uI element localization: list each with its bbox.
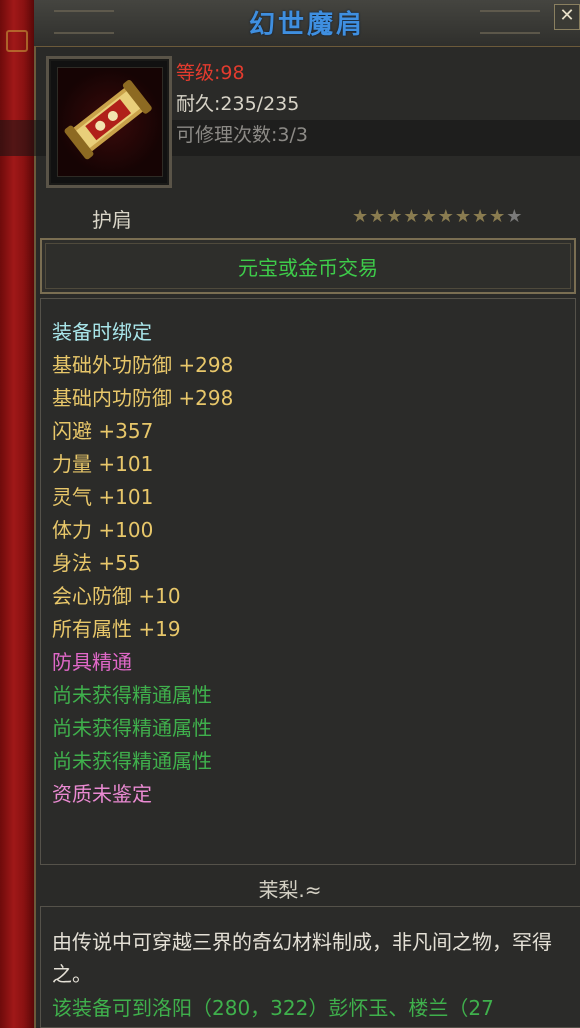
- attribute-line: 所有属性 +19: [52, 617, 181, 641]
- star-filled-icon: ★: [420, 206, 438, 227]
- star-filled-icon: ★: [489, 206, 507, 227]
- item-durability: 耐久:235/235: [176, 93, 300, 115]
- attributes-list: 装备时绑定基础外功防御 +298 基础内功防御 +298 闪避 +357 力量 +10…: [52, 316, 233, 811]
- attribute-line: 灵气 +101: [52, 485, 154, 509]
- attribute-line: 基础内功防御 +298: [52, 386, 234, 410]
- attribute-line: 尚未获得精通属性: [52, 716, 212, 740]
- item-repair-count: 可修理次数:3/3: [176, 124, 308, 146]
- title-bar: 幻世魔肩 ✕: [34, 0, 580, 47]
- star-filled-icon: ★: [403, 206, 421, 227]
- attribute-line: 力量 +101: [52, 452, 154, 476]
- star-filled-icon: ★: [386, 206, 404, 227]
- border-ornament: [6, 30, 28, 52]
- item-icon-frame: [46, 56, 172, 188]
- attribute-line: 防具精通: [52, 650, 132, 674]
- trade-box: 元宝或金币交易: [40, 238, 576, 294]
- attribute-line: 基础外功防御 +298: [52, 353, 234, 377]
- item-stats: 等级:98 耐久:235/235 可修理次数:3/3: [176, 58, 308, 151]
- star-filled-icon: ★: [369, 206, 387, 227]
- star-filled-icon: ★: [454, 206, 472, 227]
- attribute-line: 尚未获得精通属性: [52, 683, 212, 707]
- item-title: 幻世魔肩: [248, 10, 365, 40]
- star-filled-icon: ★: [437, 206, 455, 227]
- close-button[interactable]: ✕: [554, 4, 580, 30]
- attribute-line: 会心防御 +10: [52, 584, 181, 608]
- attribute-line: 闪避 +357: [52, 419, 154, 443]
- attribute-line: 尚未获得精通属性: [52, 749, 212, 773]
- item-level: 等级:98: [176, 62, 245, 84]
- item-description: 由传说中可穿越三界的奇幻材料制成，非凡间之物，罕得之。: [52, 930, 552, 986]
- attribute-line: 资质未鉴定: [52, 782, 152, 806]
- star-filled-icon: ★: [352, 206, 370, 227]
- trade-text: 元宝或金币交易: [238, 256, 378, 280]
- star-filled-icon: ★: [471, 206, 490, 227]
- star-rating: ★★★★★★★★★★: [352, 206, 523, 227]
- star-empty-icon: ★: [506, 206, 524, 227]
- golden-scroll-icon: [57, 67, 163, 177]
- attribute-line: 装备时绑定: [52, 320, 152, 344]
- attribute-line: 体力 +100: [52, 518, 154, 542]
- attribute-line: 身法 +55: [52, 551, 141, 575]
- maker-label: 茉梨.≈: [258, 878, 322, 902]
- item-location: 该装备可到洛阳（280，322）彭怀玉、楼兰（27: [52, 996, 494, 1020]
- item-type: 护肩: [92, 208, 132, 232]
